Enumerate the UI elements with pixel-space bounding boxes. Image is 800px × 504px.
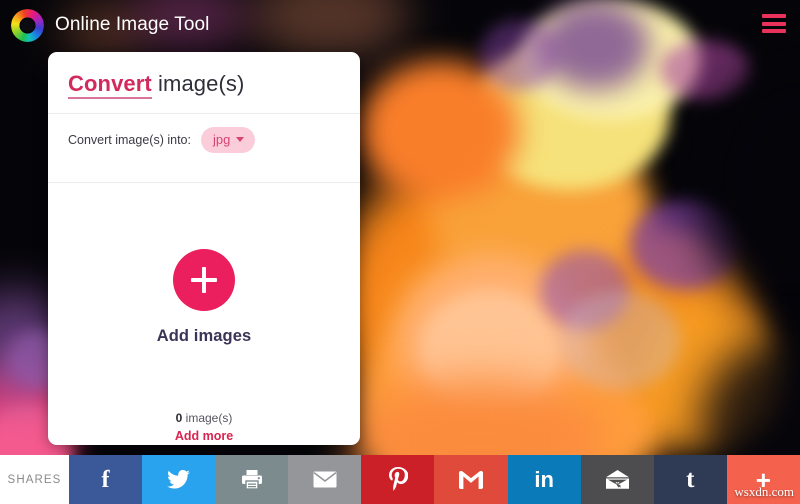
share-button-facebook[interactable]: f [69,455,143,504]
add-more-link[interactable]: Add more [48,429,360,443]
share-button-outlook[interactable] [580,455,654,504]
mail-open-arrow-icon [605,469,630,490]
chevron-down-icon [236,137,245,142]
share-button-email[interactable] [288,455,362,504]
printer-icon [241,469,263,490]
shares-label: SHARES [0,455,69,504]
drop-zone[interactable]: Add images [48,183,360,411]
page-title-rest: image(s) [151,71,245,96]
app-header: Online Image Tool [0,0,800,50]
share-button-pinterest[interactable] [361,455,435,504]
add-images-button[interactable] [173,248,235,311]
image-count: 0 image(s) [48,411,360,425]
share-bar: SHARES f in t + [0,455,800,504]
app-root: Online Image Tool Convert image(s) Conve… [0,0,800,504]
page-title: Convert image(s) [48,52,360,99]
share-button-linkedin[interactable]: in [507,455,581,504]
envelope-icon [313,471,337,488]
image-count-suffix: image(s) [182,411,233,425]
plus-icon [191,266,217,293]
page-title-accent: Convert [68,71,152,99]
format-select[interactable]: jpg [200,127,256,153]
format-label: Convert image(s) into: [68,133,191,147]
twitter-icon [167,470,191,489]
brand-title: Online Image Tool [55,14,210,35]
share-button-twitter[interactable] [142,455,216,504]
linkedin-icon: in [534,466,554,492]
pinterest-icon [388,467,408,492]
facebook-icon: f [101,466,110,493]
share-button-tumblr[interactable]: t [653,455,727,504]
gmail-icon [459,470,484,489]
plus-icon: + [755,464,771,495]
tumblr-icon: t [686,466,695,493]
add-images-label: Add images [156,326,252,345]
format-select-value: jpg [212,132,231,147]
format-row: Convert image(s) into: jpg [48,114,360,166]
color-wheel-icon [11,8,44,42]
card-footer: 0 image(s) Add more [48,411,360,443]
hamburger-menu-icon[interactable] [762,14,786,33]
share-button-gmail[interactable] [434,455,508,504]
convert-card: Convert image(s) Convert image(s) into: … [48,52,360,445]
share-button-more[interactable]: + [726,455,800,504]
share-button-print[interactable] [215,455,289,504]
